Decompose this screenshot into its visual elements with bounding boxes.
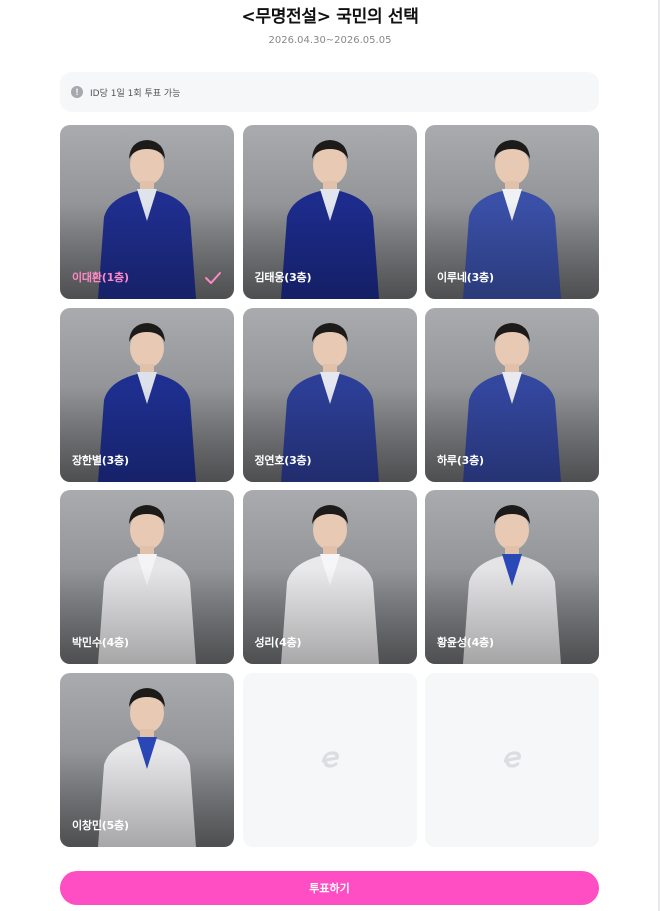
candidate-name: 하루(3층) — [437, 453, 484, 467]
candidate-name: 박민수(4층) — [72, 636, 129, 649]
candidate-card[interactable]: 김태웅(3층) — [242, 125, 417, 299]
candidate-card[interactable]: 이대환(1층) — [60, 125, 234, 299]
candidate-name: 정연호(3층) — [254, 453, 312, 467]
candidate-name: 이루네(3층) — [437, 271, 494, 284]
candidate-card[interactable]: 장한별(3층) — [60, 307, 234, 482]
header: <무명전설> 국민의 선택 2026.04.30~2026.05.05 — [0, 4, 660, 48]
candidate-card[interactable]: 성리(4층) — [242, 490, 417, 664]
info-icon: ! — [71, 86, 83, 98]
notice-text: ID당 1일 1회 투표 가능 — [90, 88, 181, 99]
vote-period: 2026.04.30~2026.05.05 — [268, 35, 392, 46]
candidate-card[interactable]: 박민수(4층) — [60, 490, 234, 664]
placeholder-logo-icon — [503, 750, 521, 768]
candidate-card[interactable]: 황윤성(4층) — [425, 490, 599, 664]
candidate-name: 이대환(1층) — [72, 271, 129, 284]
candidate-card[interactable]: 이루네(3층) — [425, 125, 599, 299]
page-title: <무명전설> 국민의 선택 — [241, 7, 419, 27]
empty-slot — [242, 672, 417, 847]
vote-button[interactable]: 투표하기 — [60, 871, 599, 905]
empty-slot — [425, 672, 599, 847]
candidate-name: 이창민(5층) — [72, 818, 129, 832]
notice-box: ! ID당 1일 1회 투표 가능 — [60, 72, 599, 112]
candidate-card[interactable]: 이창민(5층) — [60, 672, 234, 847]
candidate-card[interactable]: 정연호(3층) — [242, 307, 417, 482]
candidate-grid: 이대환(1층) 김태웅(3층) 이루네(3층) 장한별(3층) 정연호(3층) 하루(3층… — [60, 125, 599, 847]
candidate-name: 김태웅(3층) — [254, 271, 312, 284]
candidate-name: 황윤성(4층) — [437, 636, 494, 649]
check-icon — [205, 272, 221, 284]
placeholder-logo-icon — [321, 750, 339, 768]
candidate-card[interactable]: 하루(3층) — [425, 307, 599, 482]
candidate-name: 장한별(3층) — [72, 453, 129, 467]
candidate-name: 성리(4층) — [254, 636, 302, 649]
